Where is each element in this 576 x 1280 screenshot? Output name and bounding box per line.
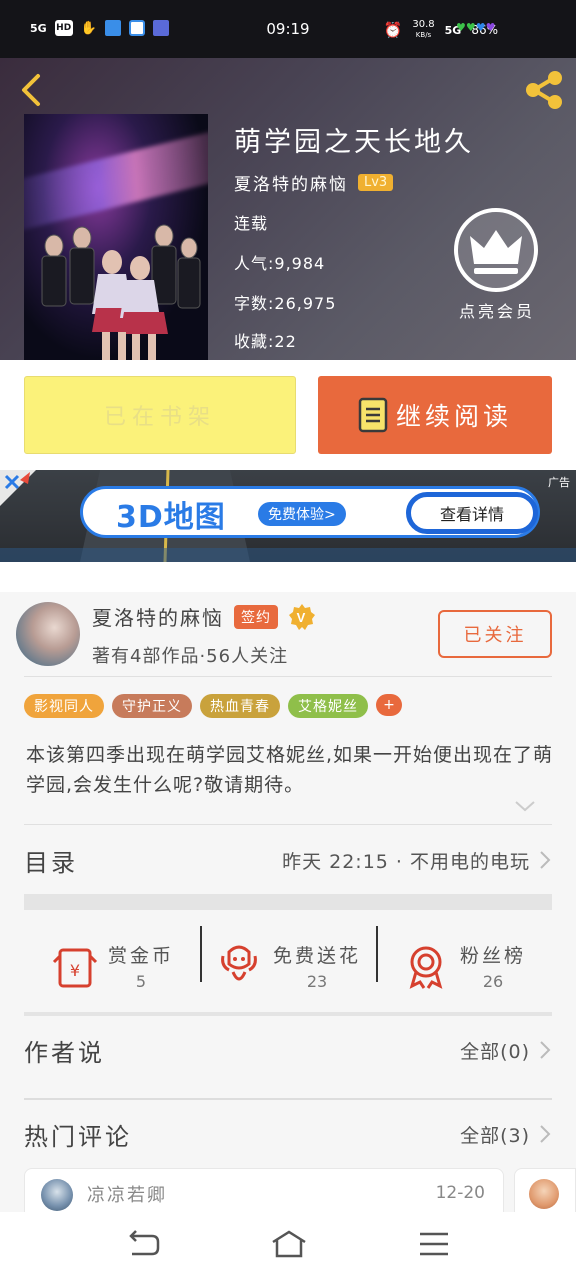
stat-value: 23 (306, 972, 328, 991)
book-cover (24, 114, 208, 360)
interaction-stats: ¥ 赏金币 5 免费送花 23 粉丝榜 26 (24, 916, 552, 1016)
back-icon[interactable] (126, 1228, 162, 1260)
share-icon[interactable] (522, 68, 566, 112)
author-says-label: 作者说 (24, 1038, 105, 1067)
stat-label: 免费送花 (272, 945, 361, 967)
tag-chip[interactable]: 热血青春 (200, 694, 280, 718)
svg-text:¥: ¥ (70, 961, 80, 980)
color-hearts-icon: ♥♥♥♥ (456, 21, 496, 34)
network-speed: 30.8 KB/s (412, 19, 435, 40)
action-bar: 已在书架 继续阅读 (0, 360, 576, 470)
more-tags-button[interactable]: + (376, 694, 402, 716)
author-name[interactable]: 夏洛特的麻恼 (92, 602, 224, 631)
book-status: 连载 (234, 214, 269, 233)
book-header: 萌学园之天长地久 夏洛特的麻恼 Lv3 连载 人气:9,984 字数:26,97… (0, 58, 576, 360)
expand-chevron-icon[interactable] (512, 798, 538, 814)
chevron-right-icon (540, 1041, 551, 1059)
fan-ranking[interactable]: 粉丝榜 26 (376, 916, 552, 1016)
book-favorites: 收藏:22 (234, 332, 297, 351)
commenter-avatar[interactable] (529, 1179, 559, 1209)
book-popularity: 人气:9,984 (234, 254, 326, 273)
chevron-right-icon (540, 1125, 551, 1143)
book-word-count: 字数:26,975 (234, 294, 337, 313)
system-nav-bar (0, 1212, 576, 1280)
hot-comments-label: 热门评论 (24, 1122, 132, 1151)
commenter-avatar[interactable] (41, 1179, 73, 1211)
author-name-line: 夏洛特的麻恼 签约 V (92, 602, 316, 631)
crown-icon[interactable] (452, 206, 540, 294)
stat-value: 26 (482, 972, 504, 991)
continue-reading-label: 继续阅读 (395, 402, 512, 431)
status-bar: 5G HD ✋ 09:19 ⏰ 30.8 KB/s 5G 86% ♥♥♥♥ (0, 0, 576, 58)
ad-tag: 广告 (548, 476, 570, 489)
latest-chapter: 昨天 22:15 · 不用电的电玩 (282, 850, 530, 873)
commenter-name[interactable]: 凉凉若卿 (87, 1181, 167, 1207)
author-says-row[interactable]: 作者说 全部(0) (24, 1028, 552, 1072)
author-level-badge: Lv3 (358, 174, 394, 191)
table-of-contents-row[interactable]: 目录 昨天 22:15 · 不用电的电玩 (24, 840, 552, 880)
toc-label: 目录 (24, 848, 78, 877)
back-arrow-icon[interactable] (16, 72, 52, 108)
on-shelf-button[interactable]: 已在书架 (24, 376, 296, 454)
book-title: 萌学园之天长地久 (234, 127, 474, 158)
vip-label[interactable]: 点亮会员 (442, 298, 552, 322)
send-flowers[interactable]: 免费送花 23 (200, 916, 376, 1016)
svg-text:V: V (297, 610, 308, 625)
stat-value: 5 (135, 972, 147, 991)
book-detail-panel: 夏洛特的麻恼 签约 V 著有4部作品·56人关注 已关注 影视同人 守护正义 热… (0, 592, 576, 1228)
signed-badge: 签约 (234, 604, 278, 629)
stat-label: 赏金币 (107, 945, 174, 967)
tag-chip[interactable]: 影视同人 (24, 694, 104, 718)
home-icon[interactable] (270, 1228, 308, 1260)
ad-detail-button[interactable]: 查看详情 (406, 492, 538, 534)
flower-icon (221, 945, 257, 981)
tag-chip[interactable]: 艾格妮丝 (288, 694, 368, 718)
ad-banner[interactable]: 广告 3D地图 免费体验> 查看详情 (0, 470, 576, 562)
comment-date: 12-20 (435, 1183, 485, 1203)
continue-reading-button[interactable]: 继续阅读 (318, 376, 552, 454)
hot-comments-row[interactable]: 热门评论 全部(3) (24, 1112, 552, 1156)
menu-icon[interactable] (416, 1228, 452, 1260)
red-envelope-icon: ¥ (52, 948, 98, 988)
ad-close-icon[interactable] (0, 470, 36, 506)
tag-chip[interactable]: 守护正义 (112, 694, 192, 718)
book-icon (358, 397, 388, 433)
book-author[interactable]: 夏洛特的麻恼 (234, 170, 348, 195)
stat-label: 粉丝榜 (459, 945, 526, 967)
cover-figures (41, 224, 201, 360)
book-author-line: 夏洛特的麻恼 Lv3 (234, 170, 394, 195)
author-avatar[interactable] (16, 602, 80, 666)
alarm-icon: ⏰ (383, 21, 403, 39)
book-description: 本该第四季出现在萌学园艾格妮丝,如果一开始便出现在了萌学园,会发生什么呢?敬请期… (26, 744, 554, 796)
tag-list: 影视同人 守护正义 热血青春 艾格妮丝 + (24, 694, 402, 718)
author-works-summary: 著有4部作品·56人关注 (92, 646, 289, 667)
ad-headline: 3D地图 (116, 500, 226, 535)
reward-coins[interactable]: ¥ 赏金币 5 (24, 916, 200, 1016)
ad-try-button[interactable]: 免费体验> (258, 502, 346, 526)
medal-icon (409, 946, 443, 989)
verified-badge-icon: V (289, 603, 315, 630)
follow-button[interactable]: 已关注 (438, 610, 552, 658)
chevron-right-icon (540, 851, 551, 869)
author-says-count: 全部(0) (460, 1040, 530, 1063)
hot-comments-count: 全部(3) (460, 1124, 530, 1147)
